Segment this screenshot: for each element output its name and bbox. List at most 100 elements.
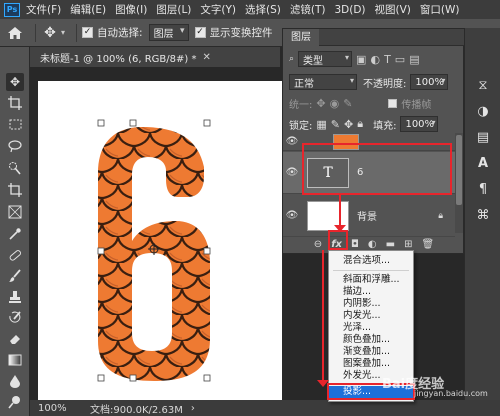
search-icon: ⌕ [289, 54, 295, 64]
lock-label: 锁定: [289, 120, 313, 132]
move-tool-icon[interactable]: ✥ [6, 73, 24, 91]
menu-view[interactable]: 视图(V) [375, 2, 411, 17]
show-transform-checkbox[interactable]: ✓ [194, 27, 206, 38]
new-layer-icon[interactable]: ⊞ [404, 239, 412, 250]
eyedropper-tool-icon[interactable] [6, 225, 24, 243]
document-canvas[interactable] [38, 81, 282, 400]
opacity-value: 100% [415, 76, 444, 88]
canvas-area[interactable] [30, 67, 282, 400]
image-filter-icon[interactable]: ▣ [356, 53, 366, 66]
auto-select-label: 自动选择: [97, 27, 143, 39]
menu-select[interactable]: 选择(S) [245, 2, 281, 17]
history-icon[interactable]: ⧖ [474, 76, 492, 94]
separator [76, 23, 78, 42]
quick-select-tool-icon[interactable] [6, 159, 24, 177]
transform-handle [129, 374, 137, 382]
unify-visibility-icon[interactable]: ◉ [330, 97, 340, 110]
propagate-frame-checkbox[interactable] [388, 98, 398, 108]
frame-tool-icon[interactable] [6, 203, 24, 221]
menu-filter[interactable]: 滤镜(T) [290, 2, 326, 17]
opacity-label: 不透明度: [363, 78, 407, 90]
layers-scrollbar[interactable] [455, 133, 463, 233]
lock-paint-icon[interactable]: ✎ [331, 118, 340, 131]
fx-menu-item[interactable]: 描边... [329, 286, 413, 298]
document-tab-title: 未标题-1 @ 100% (6, RGB/8#) * [40, 53, 197, 65]
menu-edit[interactable]: 编辑(E) [70, 2, 106, 17]
shape-filter-icon[interactable]: ▭ [395, 53, 405, 66]
eye-icon[interactable]: 👁︎ [283, 167, 301, 178]
fx-menu-item[interactable]: 斜面和浮雕... [329, 274, 413, 286]
character-icon[interactable]: A [474, 154, 492, 172]
menu-3d[interactable]: 3D(D) [334, 4, 365, 16]
clone-stamp-tool-icon[interactable] [6, 288, 24, 306]
type-filter-icon[interactable]: T [384, 53, 391, 66]
menu-type[interactable]: 文字(Y) [200, 2, 236, 17]
menu-window[interactable]: 窗口(W) [420, 2, 460, 17]
adjustments-icon[interactable]: ◑ [474, 102, 492, 120]
eye-icon[interactable]: 👁︎ [283, 210, 301, 221]
document-info[interactable]: 文档:900.0K/2.63M [90, 401, 183, 416]
new-group-icon[interactable]: ▬ [386, 239, 395, 250]
background-layer-name: 背景 [357, 212, 377, 223]
history-brush-tool-icon[interactable] [6, 309, 24, 327]
marquee-tool-icon[interactable] [6, 115, 24, 133]
fx-menu-item[interactable]: 内阴影... [329, 298, 413, 310]
auto-select-dropdown[interactable]: 图层 [148, 24, 189, 41]
delete-layer-icon[interactable]: 🗑︎ [422, 239, 435, 250]
paragraph-icon[interactable]: ¶ [474, 180, 492, 198]
layers-panel-tab[interactable]: 图层 [283, 29, 465, 46]
show-transform-label: 显示变换控件 [209, 27, 273, 39]
move-tool-icon[interactable]: ✥ [41, 25, 59, 41]
brush-tool-icon[interactable] [6, 267, 24, 285]
scrollbar-thumb[interactable] [456, 135, 462, 205]
transform-handle [203, 374, 211, 382]
home-icon[interactable] [0, 19, 30, 47]
close-icon[interactable]: ✕ [202, 52, 210, 63]
healing-brush-tool-icon[interactable] [6, 246, 24, 264]
lock-pixels-icon[interactable]: ▦ [316, 118, 326, 131]
chevron-down-icon[interactable]: ▾ [61, 28, 65, 37]
blur-tool-icon[interactable] [6, 372, 24, 390]
eye-icon[interactable]: 👁︎ [283, 136, 301, 147]
fx-menu-item[interactable]: 光泽... [329, 322, 413, 334]
document-tab[interactable]: 未标题-1 @ 100% (6, RGB/8#) * ✕ [30, 47, 280, 67]
filter-kind-dropdown[interactable]: 类型 [298, 51, 353, 67]
eraser-tool-icon[interactable] [6, 330, 24, 348]
glyphs-icon[interactable]: ⌘ [474, 206, 492, 224]
separator [35, 23, 36, 42]
auto-select-checkbox[interactable]: ✓ [82, 27, 94, 38]
libraries-icon[interactable]: ▤ [474, 128, 492, 146]
layer-row-background[interactable]: 👁︎ 背景 🔒︎ [283, 195, 455, 237]
opacity-field[interactable]: 100% [410, 74, 449, 90]
dodge-tool-icon[interactable] [6, 393, 24, 411]
fx-menu-item[interactable]: 颜色叠加... [329, 334, 413, 346]
zoom-level[interactable]: 100% [38, 403, 90, 414]
menu-layer[interactable]: 图层(L) [156, 2, 191, 17]
adjustment-filter-icon[interactable]: ◐ [370, 53, 380, 66]
gradient-tool-icon[interactable] [6, 351, 24, 369]
menu-file[interactable]: 文件(F) [26, 2, 61, 17]
status-arrow-icon[interactable]: › [191, 403, 195, 414]
lock-position-icon[interactable]: ✥ [344, 118, 353, 131]
adjustment-layer-icon[interactable]: ◐ [368, 239, 377, 250]
unify-style-icon[interactable]: ✎ [343, 97, 352, 110]
artboard-tool-icon[interactable] [6, 94, 24, 112]
fx-menu-item[interactable]: 图案叠加... [329, 358, 413, 370]
unify-label: 统一: [289, 99, 313, 111]
fx-menu-item[interactable]: 渐变叠加... [329, 346, 413, 358]
fx-menu-item[interactable]: 混合选项... [329, 255, 413, 267]
lasso-tool-icon[interactable] [6, 137, 24, 155]
blend-mode-dropdown[interactable]: 正常 [289, 74, 357, 90]
link-layers-icon[interactable]: ⊖ [314, 239, 322, 250]
fill-field[interactable]: 100% [400, 116, 439, 132]
menu-bar: Ps 文件(F) 编辑(E) 图像(I) 图层(L) 文字(Y) 选择(S) 滤… [0, 0, 500, 19]
menu-image[interactable]: 图像(I) [115, 2, 147, 17]
fx-menu-item[interactable]: 内发光... [329, 310, 413, 322]
smart-object-filter-icon[interactable]: ▤ [409, 53, 419, 66]
lock-all-icon[interactable]: 🔒︎ [357, 117, 363, 131]
add-mask-icon[interactable]: ◘ [351, 239, 359, 250]
status-bar: 100% 文档:900.0K/2.63M › [30, 400, 500, 416]
digit-six-artwork [38, 81, 282, 400]
crop-tool-icon[interactable] [6, 181, 24, 199]
unify-position-icon[interactable]: ✥ [316, 97, 325, 110]
